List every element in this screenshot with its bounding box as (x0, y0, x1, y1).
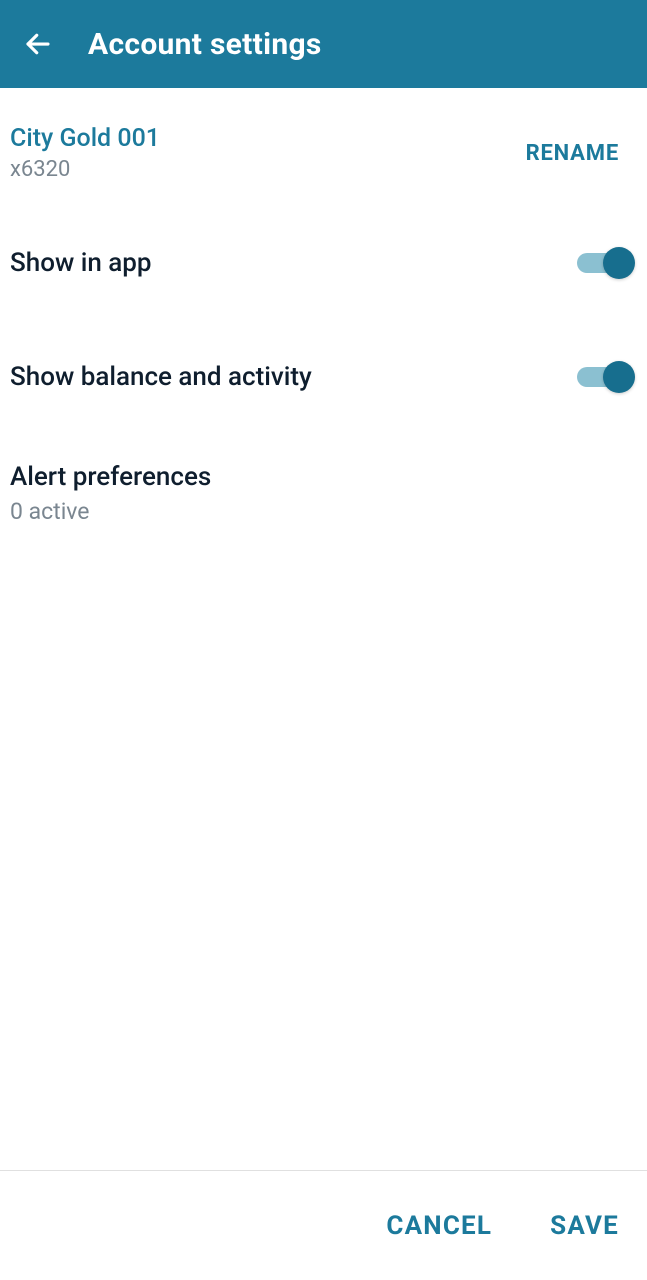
show-balance-toggle[interactable] (577, 367, 631, 387)
show-balance-row: Show balance and activity (0, 320, 647, 434)
account-number: x6320 (10, 157, 160, 182)
app-header: Account settings (0, 0, 647, 88)
alert-preferences-title: Alert preferences (10, 462, 637, 492)
back-arrow-icon (23, 29, 53, 59)
toggle-thumb (603, 361, 635, 393)
alert-preferences-row[interactable]: Alert preferences 0 active (0, 434, 647, 549)
account-info-row: City Gold 001 x6320 RENAME (0, 98, 647, 206)
account-info: City Gold 001 x6320 (10, 124, 160, 182)
footer-actions: CANCEL SAVE (0, 1170, 647, 1280)
show-in-app-toggle[interactable] (577, 253, 631, 273)
cancel-button[interactable]: CANCEL (386, 1211, 492, 1241)
rename-button[interactable]: RENAME (526, 141, 637, 166)
account-name: City Gold 001 (10, 124, 160, 153)
alert-preferences-subtitle: 0 active (10, 498, 637, 525)
back-button[interactable] (16, 22, 60, 66)
show-in-app-row: Show in app (0, 206, 647, 320)
show-in-app-label: Show in app (10, 248, 152, 278)
settings-content: City Gold 001 x6320 RENAME Show in app S… (0, 98, 647, 1170)
toggle-thumb (603, 247, 635, 279)
save-button[interactable]: SAVE (550, 1211, 619, 1241)
page-title: Account settings (88, 27, 322, 62)
show-balance-label: Show balance and activity (10, 362, 312, 392)
